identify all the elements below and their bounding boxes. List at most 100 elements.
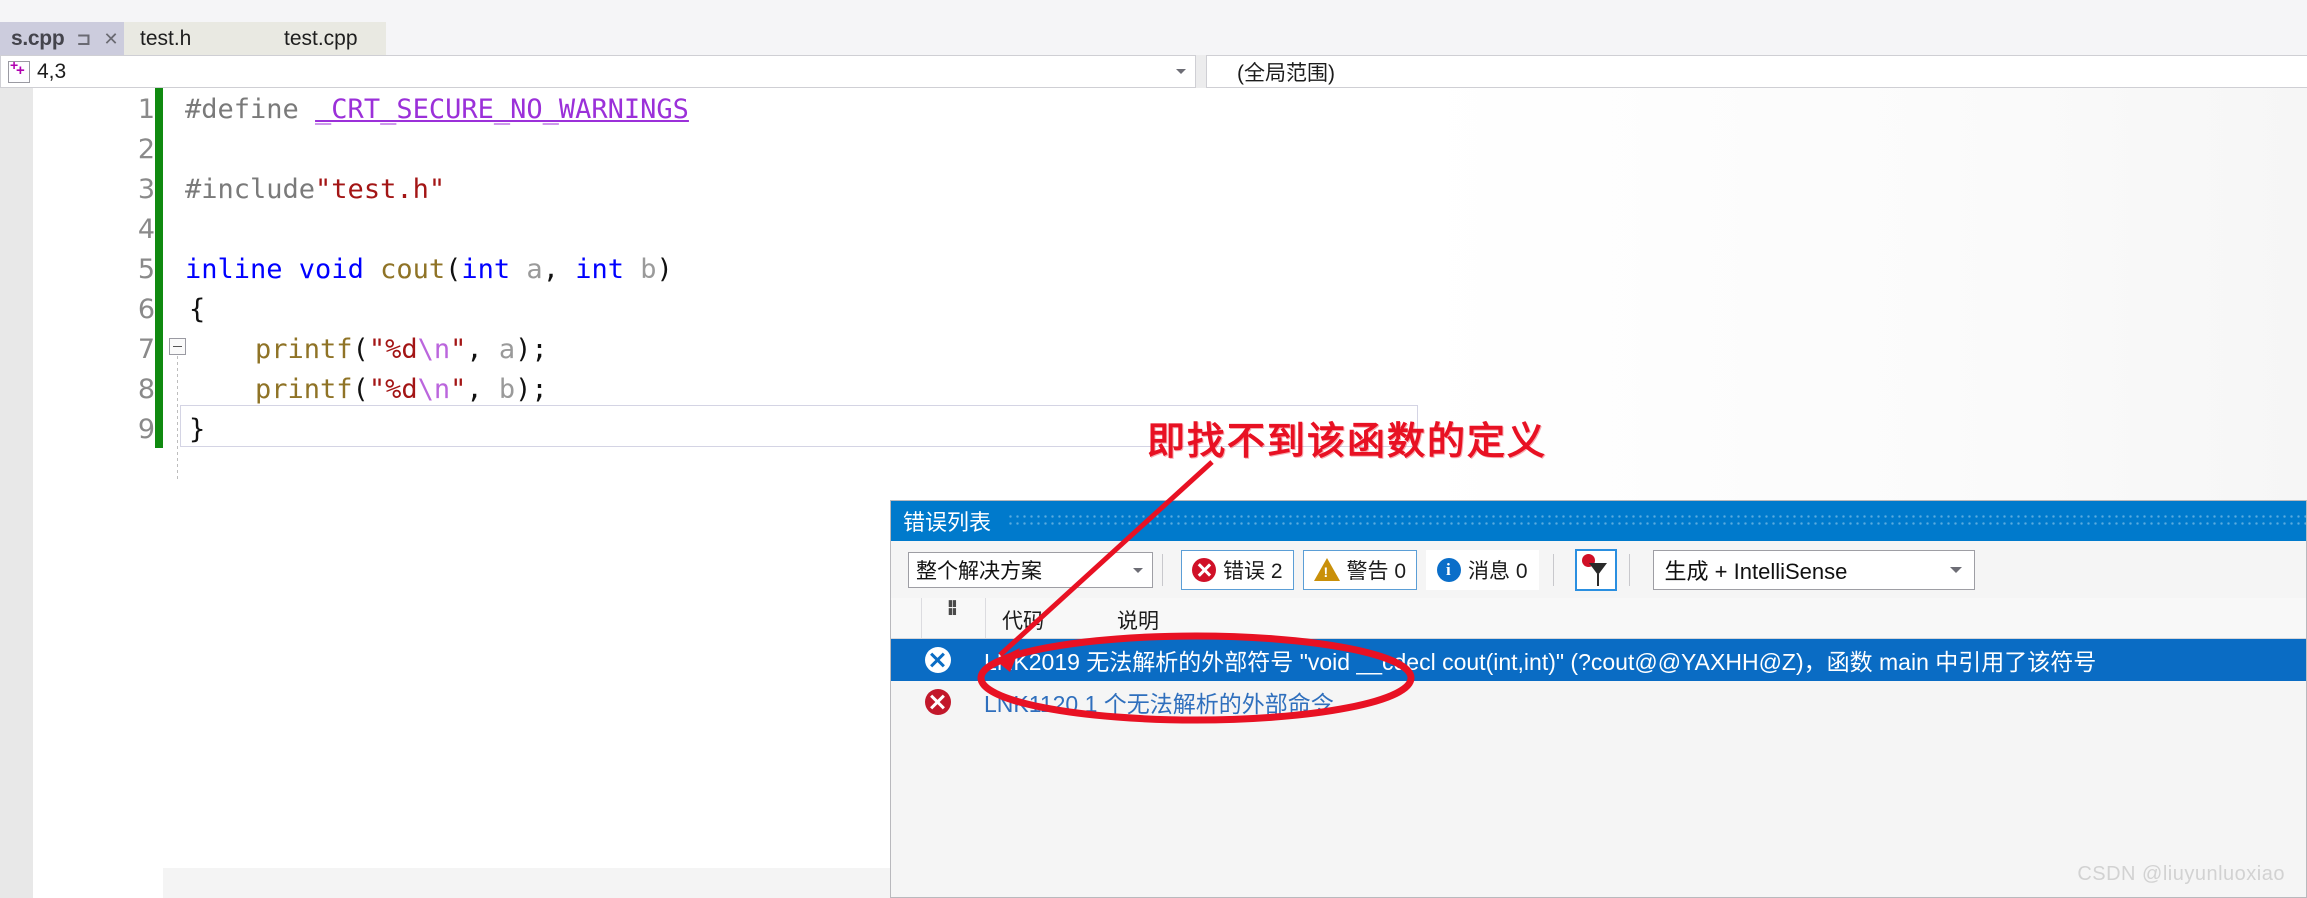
- token-int-1: int: [461, 254, 511, 285]
- token-param-a: a: [510, 254, 543, 285]
- annotation-text: 即找不到该函数的定义: [1147, 421, 1548, 463]
- filter-pin-icon[interactable]: [1574, 548, 1617, 591]
- code-line-1: #define _CRT_SECURE_NO_WARNINGS: [185, 90, 689, 130]
- column-header-code[interactable]: 代码: [1002, 605, 1044, 638]
- member-dropdown[interactable]: 4,3: [0, 55, 1196, 88]
- token-printf-1: printf: [255, 334, 353, 365]
- error-icon: [924, 647, 951, 673]
- token-open-brace: {: [189, 294, 206, 325]
- tab-label: test.h: [140, 26, 192, 50]
- pin-line: [1596, 573, 1599, 586]
- error-row-text: LNK1120 1 个无法解析的外部命令: [984, 691, 1334, 717]
- line-number: 1: [137, 94, 155, 125]
- sort-indicator-icon: ▮▮ ▮▮: [948, 598, 957, 616]
- change-indicator-bar: [155, 88, 163, 448]
- token-int-2: int: [575, 254, 624, 285]
- line-number-gutter: 1 2 3 4 5 6 7 8 9: [33, 88, 155, 898]
- token-inline: inline: [185, 254, 283, 285]
- token-paren-open: (: [352, 374, 369, 405]
- messages-filter-button[interactable]: 消息 0: [1426, 549, 1539, 590]
- error-list-panel[interactable]: 错误列表 整个解决方案 错误 2 警告 0 消息 0 生成 + Inte: [890, 500, 2307, 898]
- token-escape-newline: \n: [417, 334, 451, 365]
- warning-icon: [1313, 558, 1340, 581]
- token-statement-end: );: [515, 374, 548, 405]
- token-param-b: b: [623, 254, 657, 285]
- error-icon: [924, 689, 951, 715]
- build-source-dropdown[interactable]: 生成 + IntelliSense: [1652, 549, 1975, 590]
- caret-position-value: 4,3: [37, 59, 67, 83]
- error-list-column-headers: ▮▮ ▮▮ 代码 说明: [891, 598, 2306, 639]
- token-statement-end: );: [515, 334, 548, 365]
- line-number: 2: [137, 134, 155, 165]
- tab-test-h[interactable]: test.h: [124, 22, 274, 55]
- code-line-3: #include"test.h": [185, 170, 445, 210]
- table-row[interactable]: LNK1120 1 个无法解析的外部命令: [891, 681, 2306, 723]
- error-icon: [1192, 557, 1216, 582]
- table-row[interactable]: LNK2019 无法解析的外部符号 "void __cdecl cout(int…: [891, 639, 2306, 681]
- token-paren-open: (: [445, 254, 462, 285]
- code-line-5: inline void cout(int a, int b): [185, 250, 673, 290]
- tab-test-cpp[interactable]: test.cpp: [274, 22, 386, 55]
- token-function-name: cout: [380, 254, 446, 285]
- close-icon[interactable]: ✕: [103, 30, 118, 48]
- token-macro-name: _CRT_SECURE_NO_WARNINGS: [315, 94, 689, 125]
- token-paren-close: ): [656, 254, 673, 285]
- line-number: 5: [137, 254, 155, 285]
- line-number: 8: [137, 374, 155, 405]
- chevron-down-icon[interactable]: [1133, 567, 1143, 573]
- error-row-text: LNK2019 无法解析的外部符号 "void __cdecl cout(int…: [984, 649, 2097, 675]
- tab-label: test.cpp: [284, 26, 358, 50]
- row-icon-wrap: [891, 689, 984, 715]
- token-string-close: ": [450, 334, 467, 365]
- warnings-filter-button[interactable]: 警告 0: [1302, 549, 1418, 590]
- header-sort-column[interactable]: ▮▮ ▮▮: [922, 598, 986, 638]
- line-number: 7: [137, 334, 155, 365]
- token-close-brace: }: [189, 414, 206, 445]
- token-paren-open: (: [352, 334, 369, 365]
- pin-icon[interactable]: ⊐: [76, 30, 91, 48]
- token-comma: ,: [542, 254, 576, 285]
- drag-handle-dots[interactable]: [1007, 513, 2306, 529]
- line-number: 9: [137, 414, 155, 445]
- chevron-down-icon[interactable]: [1176, 69, 1186, 74]
- token-string-close: ": [450, 374, 467, 405]
- token-format-string: "%d: [368, 334, 418, 365]
- tab-s-cpp[interactable]: s.cpp ⊐ ✕: [0, 22, 124, 55]
- token-format-string: "%d: [368, 374, 418, 405]
- token-arg-a: a: [498, 334, 516, 365]
- line-number: 6: [137, 294, 155, 325]
- token-define: #define: [185, 94, 316, 125]
- member-list-icon: [8, 57, 30, 83]
- build-source-value: 生成 + IntelliSense: [1664, 558, 1848, 584]
- code-line-9: }: [189, 410, 205, 450]
- toolbar-divider: [1628, 553, 1630, 586]
- code-line-8: printf("%d\n", b);: [255, 370, 548, 410]
- watermark: CSDN @liuyunluoxiao: [2077, 863, 2285, 885]
- scope-dropdown[interactable]: (全局范围): [1206, 55, 2307, 88]
- token-printf-2: printf: [255, 374, 353, 405]
- title-strip: [0, 0, 2307, 22]
- scope-filter-value: 整个解决方案: [916, 559, 1042, 583]
- token-arg-b: b: [498, 374, 516, 405]
- error-list-title-bar: 错误列表: [891, 501, 2306, 541]
- indicator-margin: [0, 88, 33, 898]
- row-icon-wrap: [891, 647, 984, 673]
- fold-guide-line: [177, 356, 178, 482]
- token-comma: ,: [466, 374, 499, 405]
- line-number: 3: [137, 174, 155, 205]
- collapse-minus-icon[interactable]: [169, 338, 186, 355]
- token-void: void: [282, 254, 381, 285]
- navigation-bar: 4,3 (全局范围): [0, 55, 2307, 88]
- warnings-filter-label: 警告 0: [1346, 559, 1407, 583]
- errors-filter-button[interactable]: 错误 2: [1181, 549, 1294, 590]
- token-escape-newline: \n: [417, 374, 451, 405]
- toolbar-divider: [1552, 553, 1554, 586]
- header-icon-column: [891, 598, 922, 638]
- token-include: #include: [185, 174, 316, 205]
- tab-bar-empty-area: [386, 22, 2307, 55]
- info-icon: [1437, 557, 1462, 582]
- column-header-description[interactable]: 说明: [1117, 605, 1159, 638]
- chevron-down-icon[interactable]: [1949, 566, 1962, 573]
- scope-filter-dropdown[interactable]: 整个解决方案: [908, 551, 1153, 588]
- tab-label: s.cpp: [11, 26, 65, 50]
